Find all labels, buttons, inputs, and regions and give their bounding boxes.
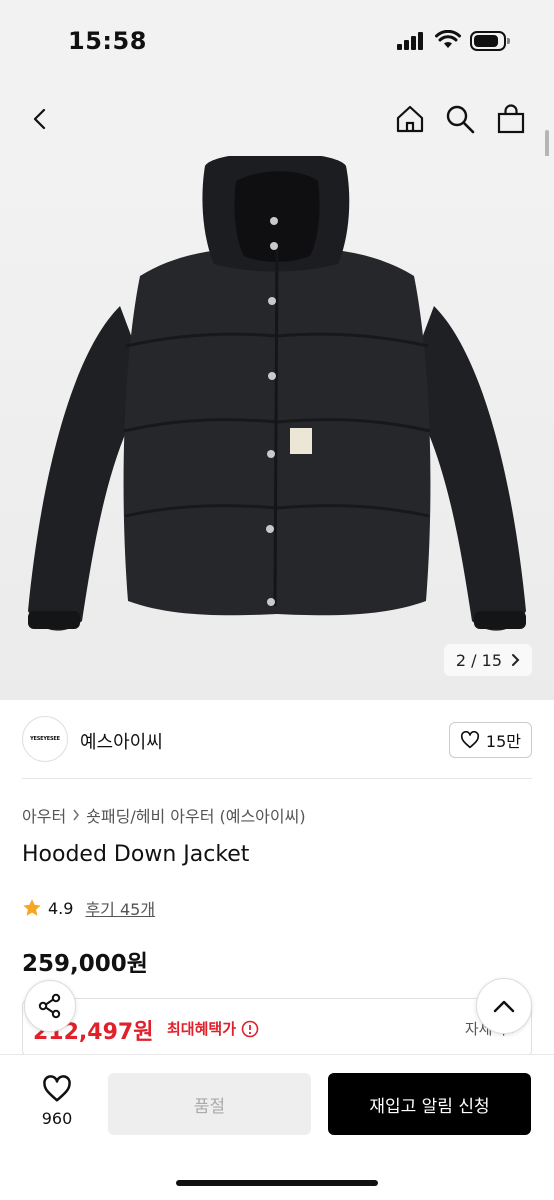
share-icon [38,993,61,1019]
heart-icon [460,731,479,749]
soldout-button: 품절 [108,1073,311,1135]
bottom-action-bar: 960 품절 재입고 알림 신청 [0,1054,554,1200]
home-indicator[interactable] [176,1180,378,1186]
image-counter[interactable]: 2 / 15 [443,644,532,676]
divider [22,778,532,779]
brand-like-button[interactable]: 15만 [448,722,532,758]
wifi-icon [435,30,461,48]
breadcrumb-subcategory[interactable]: 숏패딩/헤비 아우터 (예스아이씨) [86,803,305,827]
status-bar: 15:58 [0,0,554,84]
product-price: 259,000원 [22,951,148,977]
wishlist-count: 960 [41,1109,73,1128]
status-time: 15:58 [68,27,147,55]
image-counter-text: 2 / 15 [455,650,502,670]
breadcrumb-category[interactable]: 아우터 [22,803,66,827]
scroll-top-button[interactable] [476,978,532,1034]
brand-row: YESEYESEE 예스아이씨 15만 [0,704,554,778]
breadcrumb: 아우터 숏패딩/헤비 아우터 (예스아이씨) [22,803,306,827]
star-icon [23,899,41,916]
search-icon[interactable] [442,101,478,137]
shopping-bag-icon[interactable] [493,101,529,137]
product-image[interactable]: 2 / 15 [0,156,554,700]
chevron-up-icon [493,1000,515,1013]
home-icon[interactable] [392,101,428,137]
chevron-right-icon [512,654,520,666]
review-count-link[interactable]: 후기 45개 [85,896,155,920]
top-nav [0,84,554,156]
chevron-right-icon [73,809,80,821]
back-icon[interactable] [22,101,58,137]
wishlist-button[interactable]: 960 [24,1075,90,1139]
brand-name[interactable]: 예스아이씨 [80,728,163,754]
info-icon[interactable] [241,1020,259,1038]
benefit-label: 최대혜택가 [167,1018,259,1039]
restock-alert-button[interactable]: 재입고 알림 신청 [328,1073,531,1135]
max-benefit-box[interactable]: 212,497원 최대혜택가 자세히 › [22,998,532,1058]
product-title: Hooded Down Jacket [22,842,250,867]
rating-row: 4.9 후기 45개 [22,896,155,920]
share-button[interactable] [24,980,76,1032]
battery-icon [470,31,510,51]
brand-like-count: 15만 [485,732,521,751]
cellular-signal-icon [397,32,425,50]
heart-icon [43,1075,71,1102]
brand-logo[interactable]: YESEYESEE [22,716,68,762]
rating-value: 4.9 [48,898,74,918]
jacket-illustration [28,156,526,631]
